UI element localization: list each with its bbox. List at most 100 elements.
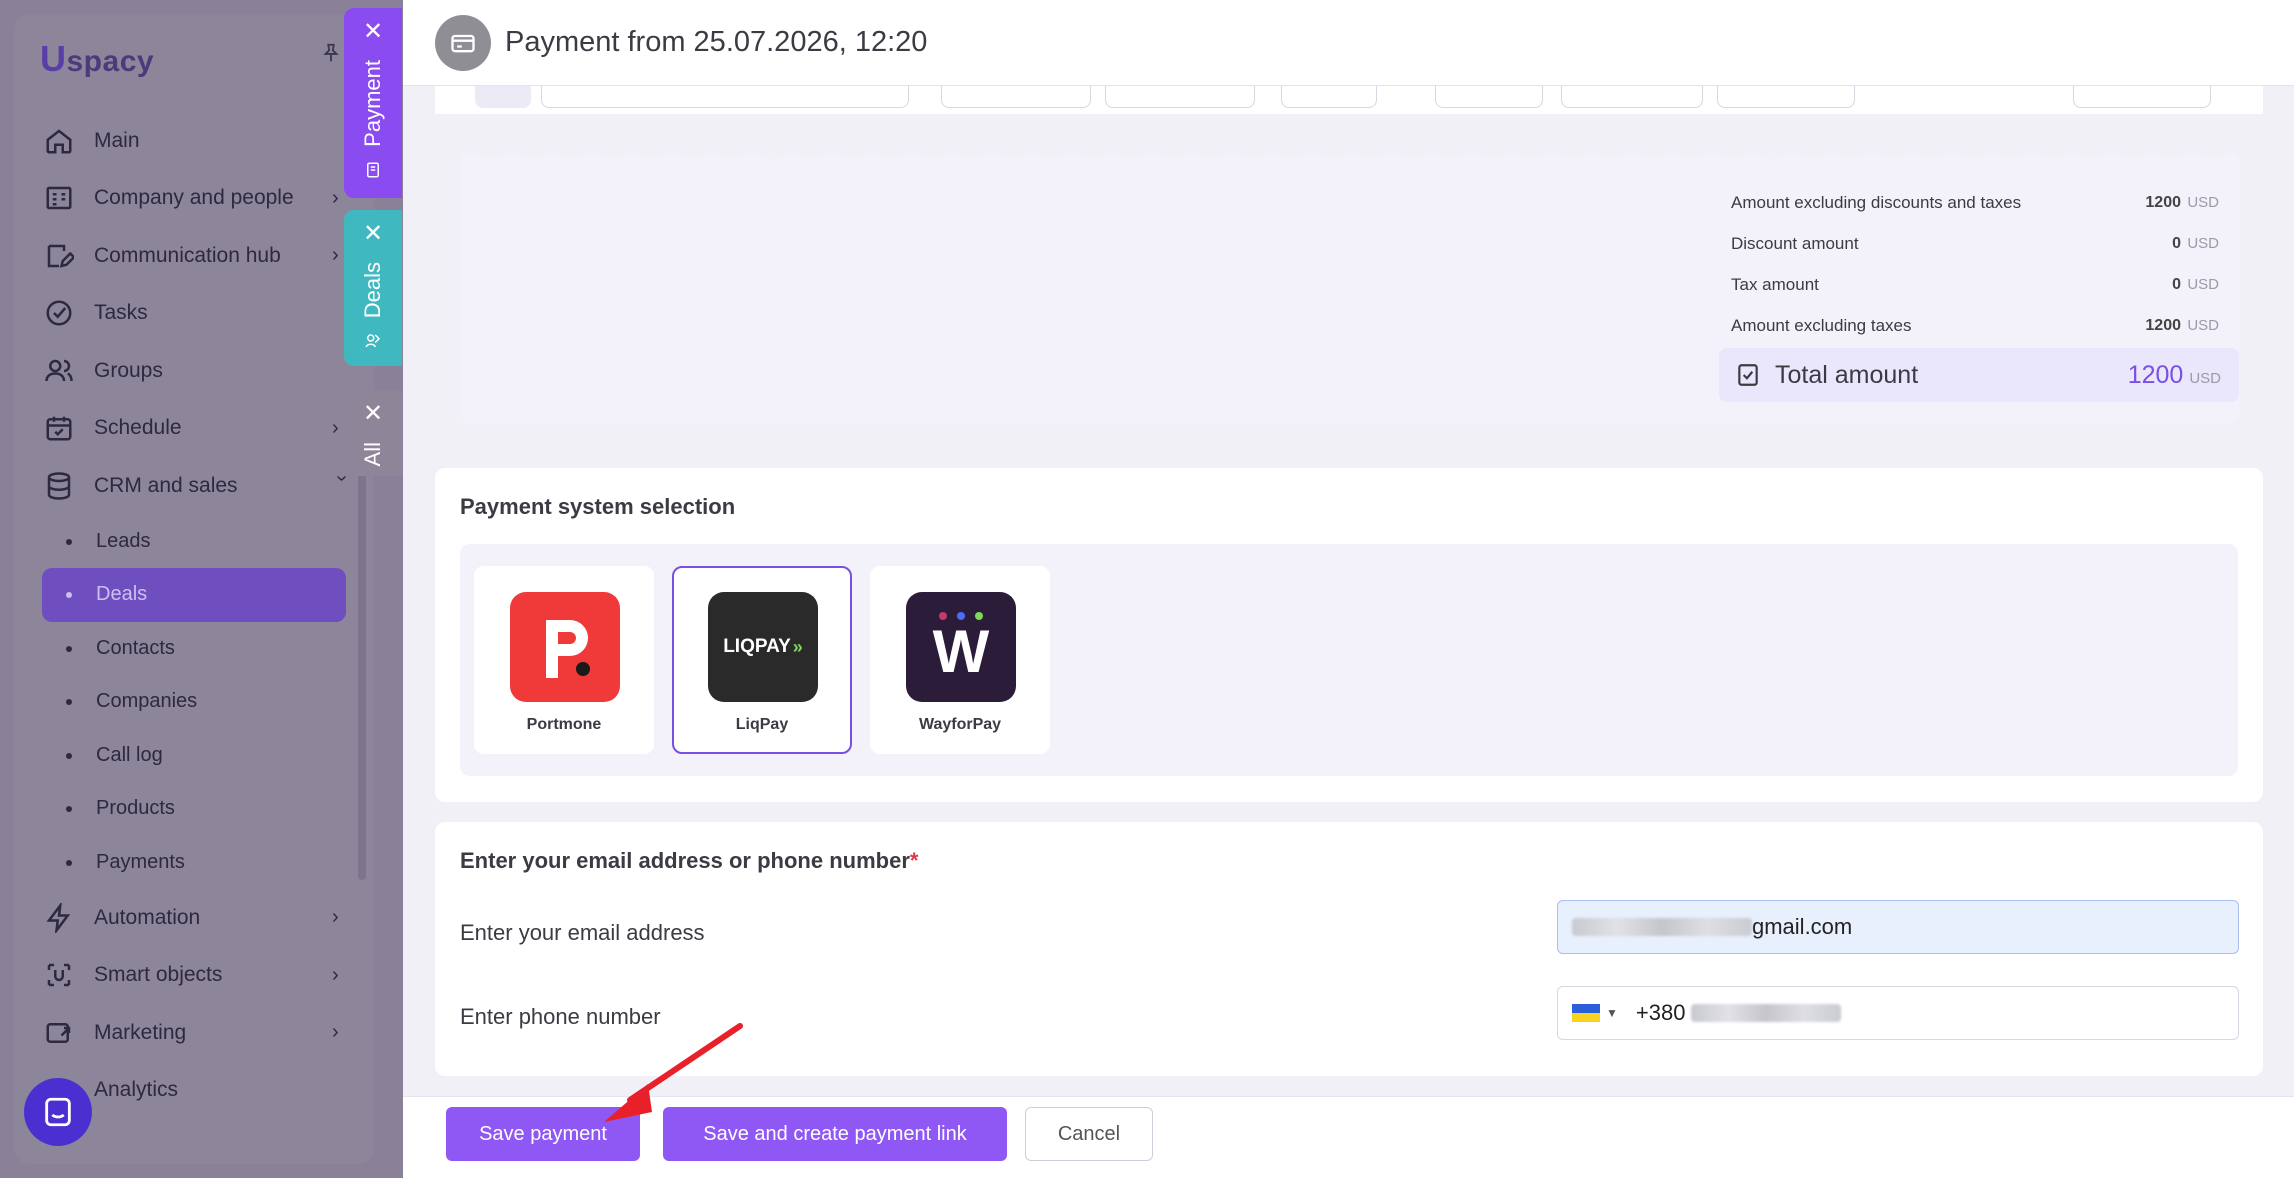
lightning-icon	[42, 901, 76, 935]
sidebar-item-label: Tasks	[94, 301, 148, 325]
save-payment-button[interactable]: Save payment	[446, 1107, 640, 1161]
redacted-text	[1572, 918, 1752, 936]
section-title: Payment system selection	[460, 494, 736, 519]
save-and-create-link-button[interactable]: Save and create payment link	[663, 1107, 1007, 1161]
sidebar-item-smart-objects[interactable]: Smart objects ›	[42, 947, 352, 1005]
sidebar-item-company-and-people[interactable]: Company and people ›	[42, 170, 352, 228]
chat-icon	[45, 1097, 71, 1127]
portmone-p-icon	[546, 620, 590, 678]
cancel-button[interactable]: Cancel	[1025, 1107, 1153, 1161]
phone-field[interactable]: ▼ +380	[1557, 986, 2239, 1040]
tab-deals[interactable]: ✕ Deals	[344, 210, 402, 366]
sidebar-item-tasks[interactable]: Tasks	[42, 285, 352, 343]
provider-wayforpay[interactable]: W WayforPay	[870, 566, 1050, 754]
discount-field[interactable]	[1435, 86, 1543, 108]
tax-field[interactable]	[1717, 86, 1855, 108]
company-icon	[42, 181, 76, 215]
sidebar-item-marketing[interactable]: Marketing ›	[42, 1004, 352, 1062]
provider-name: LiqPay	[735, 716, 789, 733]
panel-footer: Save payment Save and create payment lin…	[403, 1096, 2294, 1178]
payment-system-card: Payment system selection Portmone LIQPAY…	[435, 468, 2263, 802]
tab-payment[interactable]: ✕ Payment	[344, 8, 402, 198]
sidebar-item-label: Marketing	[94, 1020, 187, 1044]
phone-label: Enter phone number	[460, 1004, 661, 1029]
discount-amount-field[interactable]	[1561, 86, 1703, 108]
close-icon[interactable]: ✕	[363, 222, 383, 246]
sidebar-item-label: Communication hub	[94, 243, 281, 267]
chevron-right-icon: ›	[332, 963, 339, 986]
liqpay-chevrons-icon: »	[792, 636, 803, 657]
quantity-field[interactable]	[1105, 86, 1255, 108]
tab-label: All	[360, 442, 385, 467]
sidebar-item-schedule[interactable]: Schedule ›	[42, 400, 352, 458]
users-icon	[42, 354, 76, 388]
sidebar-subitem-leads[interactable]: Leads	[42, 515, 352, 569]
sidebar-item-automation[interactable]: Automation ›	[42, 889, 352, 947]
sidebar-subitem-call-log[interactable]: Call log	[42, 729, 352, 783]
chevron-down-icon: ›	[331, 475, 353, 482]
provider-portmone[interactable]: Portmone	[474, 566, 654, 754]
ukraine-flag-icon[interactable]	[1572, 1004, 1600, 1022]
tab-label: Deals	[360, 262, 385, 319]
phone-prefix: +380	[1635, 1000, 1686, 1025]
sidebar-subitem-companies[interactable]: Companies	[42, 675, 352, 729]
marketing-icon	[42, 1016, 76, 1050]
sidebar-subitem-products[interactable]: Products	[42, 782, 352, 836]
liqpay-logo: LIQPAY »	[708, 592, 818, 702]
totals-table: Amount excluding discounts and taxes 120…	[1731, 182, 2219, 346]
close-icon[interactable]: ✕	[363, 402, 383, 426]
check-circle-icon	[42, 296, 76, 330]
totals-row: Amount excluding taxes 1200 USD	[1731, 315, 2219, 335]
receipt-check-icon	[1738, 364, 1758, 386]
sum-field[interactable]	[2073, 86, 2211, 108]
page-title: Payment from 25.07.2026, 12:20	[505, 26, 928, 58]
close-icon[interactable]: ✕	[363, 20, 383, 44]
sidebar-item-label: Automation	[94, 905, 201, 929]
support-chat-button[interactable]	[24, 1078, 92, 1146]
sidebar-subitem-payments[interactable]: Payments	[42, 836, 352, 890]
unit-field[interactable]	[1281, 86, 1377, 108]
pin-icon[interactable]	[320, 40, 342, 66]
database-icon	[42, 469, 76, 503]
sidebar-item-groups[interactable]: Groups	[42, 342, 352, 400]
totals-row: Tax amount 0 USD	[1731, 274, 2219, 294]
email-value: gmail.com	[1752, 914, 1853, 939]
sidebar: Uspacy Main Company and people › Communi…	[0, 0, 403, 1178]
sidebar-subitem-deals[interactable]: Deals	[42, 568, 346, 622]
sidebar-item-label: Groups	[94, 358, 163, 382]
sidebar-item-label: CRM and sales	[94, 473, 238, 497]
wayforpay-logo: W	[906, 592, 1016, 702]
sidebar-item-label: Main	[94, 128, 140, 152]
row-checkbox[interactable]	[475, 86, 531, 108]
deals-icon	[365, 334, 381, 348]
sidebar-subitem-contacts[interactable]: Contacts	[42, 622, 352, 676]
app-logo[interactable]: Uspacy	[40, 38, 154, 80]
required-mark: *	[909, 848, 919, 873]
sidebar-item-label: Analytics	[94, 1078, 179, 1102]
chevron-down-icon[interactable]: ▼	[1606, 1006, 1618, 1020]
tab-all[interactable]: ✕ All	[344, 390, 402, 476]
chat-edit-icon	[42, 239, 76, 273]
smart-object-icon	[42, 958, 76, 992]
home-icon	[42, 124, 76, 158]
sidebar-item-main[interactable]: Main	[42, 112, 352, 170]
product-name-field[interactable]	[541, 86, 909, 108]
payment-provider-list: Portmone LIQPAY » LiqPay W WayforPay	[460, 544, 2238, 776]
sidebar-item-crm-and-sales[interactable]: CRM and sales ›	[42, 457, 353, 515]
price-field[interactable]	[941, 86, 1091, 108]
sidebar-item-communication-hub[interactable]: Communication hub ›	[42, 227, 352, 285]
redacted-text	[1691, 1004, 1842, 1022]
sidebar-item-label: Schedule	[94, 416, 182, 440]
provider-liqpay[interactable]: LIQPAY » LiqPay	[672, 566, 852, 754]
provider-name: WayforPay	[918, 716, 1002, 733]
sidebar-item-label: Company and people	[94, 186, 294, 210]
totals-section: Amount excluding discounts and taxes 120…	[461, 160, 2239, 424]
panel-header: Payment from 25.07.2026, 12:20	[403, 0, 2294, 86]
total-amount-value: 1200	[2127, 360, 2184, 389]
total-amount-row: Total amount 1200 USD	[1719, 348, 2239, 402]
payment-card-icon	[435, 14, 491, 71]
email-field[interactable]: gmail.com	[1557, 900, 2239, 954]
calendar-icon	[42, 411, 76, 445]
sidebar-scrollbar[interactable]	[358, 470, 366, 880]
section-title: Enter your email address or phone number…	[460, 848, 919, 873]
